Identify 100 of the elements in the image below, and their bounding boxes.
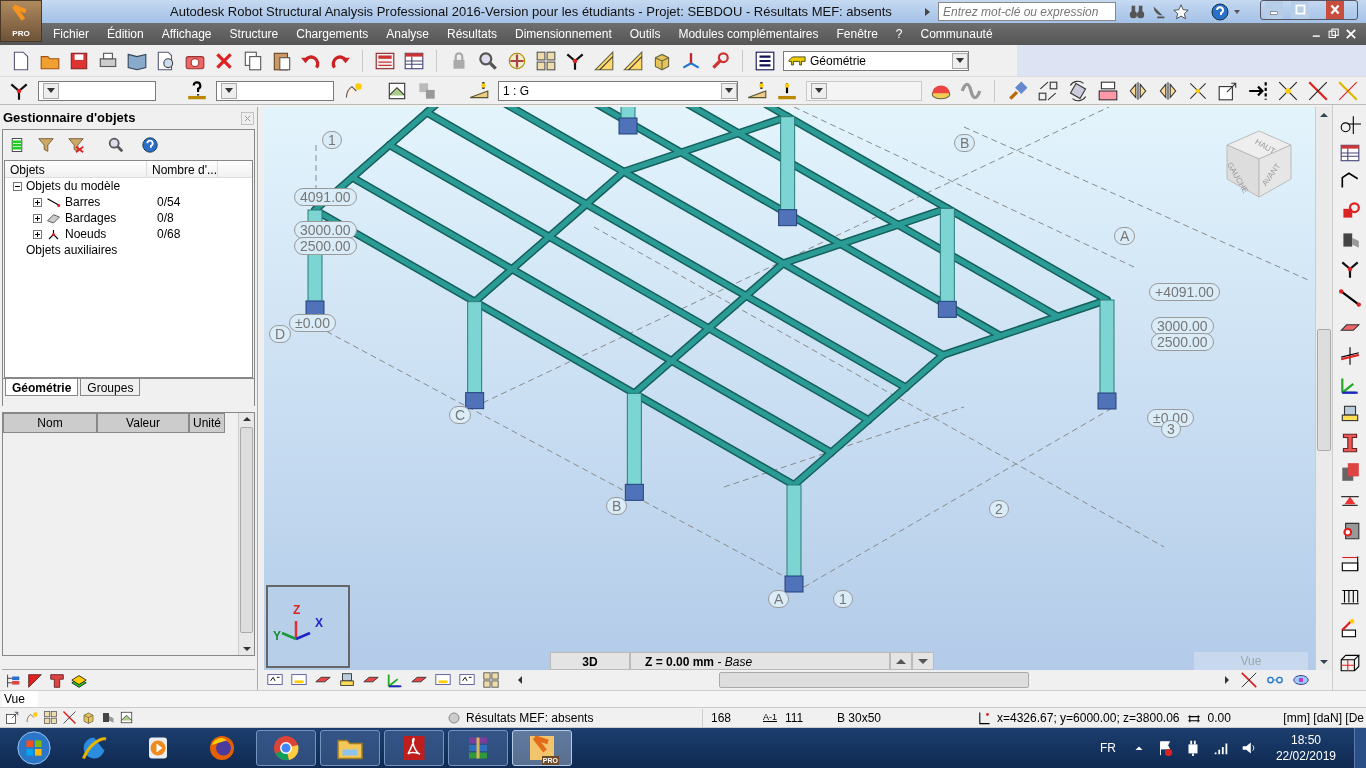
ruler-triangle-icon[interactable] (622, 49, 644, 72)
status-indicator-icon (448, 711, 460, 724)
restore-icon[interactable] (1327, 27, 1341, 41)
offset-value: 0.00 (1207, 709, 1232, 727)
grid-label: 4091.00 (294, 188, 357, 206)
menu-item[interactable]: Dimensionnement (506, 25, 621, 43)
axis-label: Z (293, 602, 301, 619)
column-header[interactable]: Valeur (97, 413, 189, 433)
filter-icon[interactable] (37, 136, 55, 154)
column-header[interactable]: Unité (189, 413, 225, 433)
app-menu-button[interactable]: PRO (0, 0, 42, 42)
search-field[interactable]: Entrez mot-clé ou expression (938, 2, 1116, 21)
intersect-icon[interactable] (1277, 79, 1299, 102)
section-window-icon[interactable] (1338, 142, 1361, 164)
mirror-icon[interactable] (1157, 79, 1179, 102)
split-icon[interactable] (1127, 79, 1149, 102)
menu-item[interactable]: Outils (620, 25, 670, 43)
help-icon[interactable] (1210, 1, 1230, 22)
menu-item[interactable]: ? (886, 25, 912, 43)
offset-icon[interactable] (1338, 345, 1361, 367)
level-up-button[interactable] (890, 652, 912, 670)
menu-item[interactable]: Communauté (911, 25, 1002, 43)
dropdown-field[interactable]: Géométrie (783, 50, 969, 71)
list-icon[interactable] (754, 49, 776, 72)
structure-level[interactable]: Z = 0.00 mm - Base (630, 652, 890, 670)
scrollbar[interactable] (238, 413, 254, 655)
bar-icon[interactable] (1338, 287, 1361, 309)
stack-icon[interactable] (1097, 79, 1119, 102)
panel-title: Gestionnaire d'objets (3, 109, 136, 128)
grid-icon[interactable] (43, 710, 58, 725)
tee-section-icon[interactable] (48, 672, 66, 690)
views-grid-icon[interactable] (535, 49, 557, 72)
grid-label: ±0.00 (289, 314, 336, 332)
copy-icon[interactable] (242, 49, 264, 72)
expand-toggle[interactable] (33, 229, 42, 239)
robot-logo-icon (527, 733, 557, 763)
tree-item[interactable]: Objets du modèle (26, 177, 121, 195)
coordinate-icon (977, 710, 991, 725)
menu-item[interactable]: Chargements (287, 25, 378, 43)
column-header[interactable]: Objets (5, 161, 147, 177)
expand-toggle[interactable] (13, 181, 22, 191)
expand-toggle[interactable] (33, 213, 42, 223)
brush-icon[interactable] (1007, 79, 1029, 102)
bar-query-icon[interactable] (186, 79, 208, 102)
bars-icon[interactable] (9, 137, 25, 153)
dropdown-field[interactable] (216, 80, 334, 101)
panel-tab[interactable]: Groupes (80, 379, 141, 396)
dropdown-field[interactable]: 1 : G (498, 80, 738, 101)
help-icon[interactable] (141, 136, 159, 154)
command-field[interactable]: Vue (2, 691, 38, 707)
wrench-icon[interactable] (709, 49, 731, 72)
tree-item[interactable]: Noeuds (65, 225, 153, 243)
level-down-button[interactable] (912, 652, 934, 670)
view-mode[interactable]: 3D (550, 652, 630, 670)
dropdown-value: 1 : G (503, 82, 529, 100)
selection-count: 168 (711, 709, 733, 727)
grid-axes-icon[interactable] (1338, 113, 1361, 135)
column-header[interactable]: Nom (3, 413, 97, 433)
language-indicator[interactable]: FR (1099, 739, 1116, 757)
dropdown-field[interactable] (806, 80, 922, 101)
horizontal-scrollbar[interactable] (718, 672, 1029, 688)
clock-date[interactable]: 22/02/2019 (1275, 748, 1336, 764)
star-icon[interactable] (1172, 2, 1190, 21)
window-title: Autodesk Robot Structural Analysis Professional 2016-Version pour les étudiants - Projet: SEBDOU - Résultats MEF: absents (170, 2, 892, 21)
menu-item[interactable]: Fichier (44, 25, 98, 43)
divide-icon[interactable] (1337, 79, 1359, 102)
tree-item[interactable]: Bardages (65, 209, 153, 227)
taskbar-button[interactable] (320, 730, 380, 766)
layers-icon[interactable] (70, 672, 88, 690)
taskbar-button[interactable] (256, 730, 316, 766)
cursor-coordinates: x=4326.67; y=6000.00; z=3800.06 (997, 709, 1180, 727)
zoom-icon[interactable] (477, 49, 499, 72)
menu-item[interactable]: Structure (220, 25, 288, 43)
clock-time[interactable]: 18:50 (1290, 732, 1321, 748)
menu-item[interactable]: Analyse (377, 25, 438, 43)
menu-item[interactable]: Édition (98, 25, 153, 43)
trim-icon[interactable] (1307, 79, 1329, 102)
menu-item[interactable]: Affichage (152, 25, 221, 43)
search-icon[interactable] (107, 136, 125, 154)
move-arrows-icon[interactable] (1037, 79, 1059, 102)
tree-item[interactable]: Barres (65, 193, 153, 211)
start-orb-icon[interactable] (14, 729, 54, 767)
expand-toggle[interactable] (33, 197, 42, 207)
chrome-circle-icon (271, 733, 301, 763)
extend-icon[interactable] (1247, 79, 1269, 102)
panel-tab[interactable]: Géométrie (5, 379, 79, 396)
corner-triangle-icon[interactable] (26, 672, 44, 690)
grid-label: B (606, 497, 628, 515)
grid-label: A (768, 590, 790, 608)
clear-filter-icon[interactable] (67, 136, 85, 154)
tree-view-icon[interactable] (4, 672, 22, 690)
menu-item[interactable]: Résultats (438, 25, 506, 43)
taskbar-button[interactable] (384, 730, 444, 766)
tree-item[interactable]: Objets auxiliaires (26, 241, 118, 259)
vertical-scrollbar[interactable] (1315, 107, 1332, 670)
dropdown-field[interactable] (38, 80, 156, 101)
grid-label: 2500.00 (294, 237, 357, 255)
menu-item[interactable]: Modules complémentaires (669, 25, 828, 43)
menu-item[interactable]: Fenêtre (827, 25, 887, 43)
column-header[interactable]: Nombre d'... (147, 161, 218, 177)
